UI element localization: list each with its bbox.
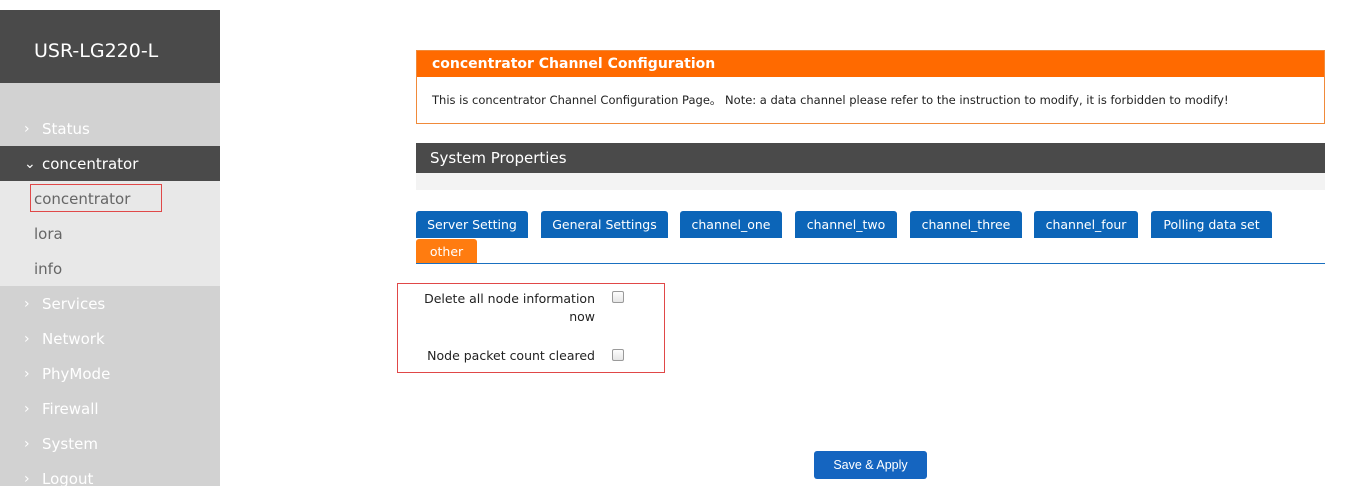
sidebar-item-status[interactable]: › Status — [0, 111, 220, 146]
submenu: concentrator lora info — [0, 181, 220, 286]
chevron-right-icon: › — [24, 330, 30, 347]
sidebar-item-label: Firewall — [42, 399, 99, 418]
chevron-right-icon: › — [24, 120, 30, 137]
sidebar-item-label: Status — [42, 119, 90, 138]
submenu-item-concentrator[interactable]: concentrator — [0, 181, 220, 216]
sidebar-item-label: Logout — [42, 469, 94, 486]
notice-text: This is concentrator Channel Configurati… — [432, 93, 1229, 107]
submenu-item-label: lora — [34, 224, 63, 243]
tab-channel-two[interactable]: channel_two — [795, 211, 897, 238]
sidebar-item-label: Network — [42, 329, 105, 348]
chevron-down-icon: ⌄ — [24, 155, 36, 172]
save-apply-button[interactable]: Save & Apply — [814, 451, 927, 479]
tab-other[interactable]: other — [416, 239, 477, 264]
section-body — [416, 173, 1325, 190]
sidebar-item-system[interactable]: › System — [0, 426, 220, 461]
tab-channel-one[interactable]: channel_one — [680, 211, 782, 238]
sidebar-item-concentrator[interactable]: ⌄ concentrator — [0, 146, 220, 181]
sidebar-item-label: PhyMode — [42, 364, 111, 383]
delete-node-info-label: Delete all node information now — [424, 291, 595, 324]
sidebar-item-label: Services — [42, 294, 106, 313]
sidebar: USR-LG220-L › Status ⌄ concentrator conc… — [0, 10, 220, 486]
tab-general-settings[interactable]: General Settings — [541, 211, 668, 238]
page: USR-LG220-L › Status ⌄ concentrator conc… — [0, 0, 1354, 486]
section-title: System Properties — [416, 143, 1325, 173]
sidebar-item-firewall[interactable]: › Firewall — [0, 391, 220, 426]
tab-channel-four[interactable]: channel_four — [1034, 211, 1138, 238]
sidebar-item-services[interactable]: › Services — [0, 286, 220, 321]
notice-panel: concentrator Channel Configuration This … — [416, 50, 1325, 124]
clear-packet-count-checkbox[interactable] — [612, 349, 624, 361]
delete-node-info-checkbox[interactable] — [612, 291, 624, 303]
tab-polling-data-set[interactable]: Polling data set — [1151, 211, 1272, 238]
sidebar-item-phymode[interactable]: › PhyMode — [0, 356, 220, 391]
chevron-right-icon: › — [24, 435, 30, 452]
submenu-item-info[interactable]: info — [0, 251, 220, 286]
chevron-right-icon: › — [24, 365, 30, 382]
highlight-box — [30, 184, 162, 212]
chevron-right-icon: › — [24, 470, 30, 486]
tab-divider — [416, 263, 1325, 264]
notice-title: concentrator Channel Configuration — [417, 51, 1324, 77]
submenu-item-label: info — [34, 259, 63, 278]
sidebar-item-label: concentrator — [42, 154, 139, 173]
sidebar-item-label: System — [42, 434, 98, 453]
sidebar-item-network[interactable]: › Network — [0, 321, 220, 356]
clear-packet-count-label: Node packet count cleared — [427, 348, 595, 363]
sidebar-item-logout[interactable]: › Logout — [0, 461, 220, 486]
chevron-right-icon: › — [24, 400, 30, 417]
tab-server-setting[interactable]: Server Setting — [416, 211, 528, 238]
submenu-item-lora[interactable]: lora — [0, 216, 220, 251]
brand-title: USR-LG220-L — [0, 10, 220, 83]
tab-channel-three[interactable]: channel_three — [910, 211, 1022, 238]
chevron-right-icon: › — [24, 295, 30, 312]
